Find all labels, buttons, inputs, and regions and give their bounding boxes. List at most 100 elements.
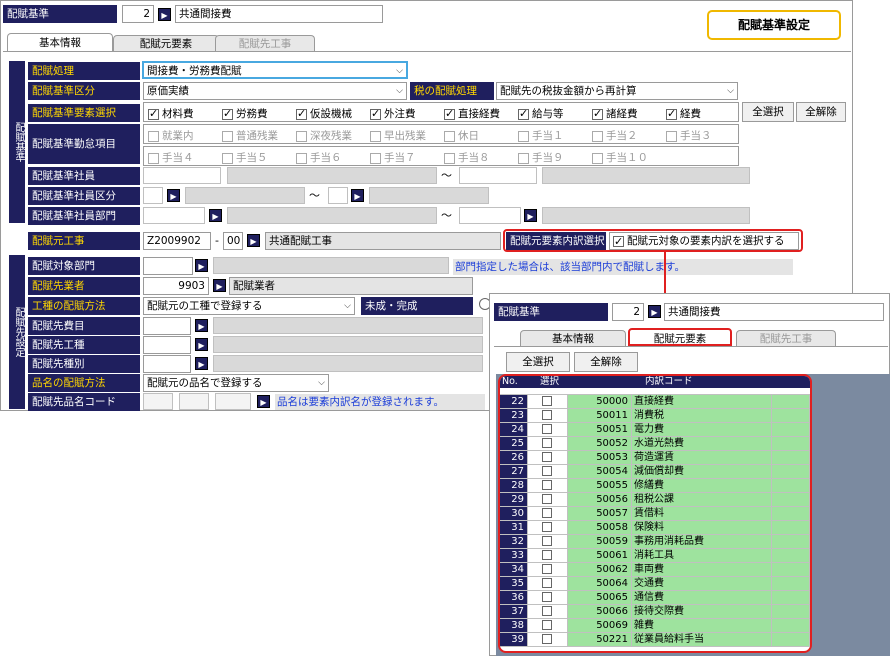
checkbox[interactable]: [542, 536, 552, 546]
attendance-check[interactable]: 普通残業: [222, 128, 278, 143]
checkbox[interactable]: [542, 634, 552, 644]
attendance-check[interactable]: 就業内: [148, 128, 194, 143]
checkbox[interactable]: [592, 152, 603, 164]
target-category-search-button[interactable]: ▶: [195, 357, 208, 370]
checkbox[interactable]: [542, 606, 552, 616]
attendance-check[interactable]: 手当４: [148, 150, 194, 165]
checkbox[interactable]: [542, 564, 552, 574]
table-row[interactable]: 33 50061 消耗工具: [500, 549, 810, 563]
table-row[interactable]: 29 50056 租税公課: [500, 493, 810, 507]
target-dept-field[interactable]: [143, 257, 193, 275]
table-row[interactable]: 23 50011 消費税: [500, 409, 810, 423]
checkbox[interactable]: [542, 508, 552, 518]
source-construction-code[interactable]: Z2009902: [143, 232, 211, 250]
table-row[interactable]: 32 50059 事務用消耗品費: [500, 535, 810, 549]
header-no-field[interactable]: 2: [122, 5, 154, 23]
element-check-3[interactable]: 仮設機械: [296, 106, 352, 121]
table-row[interactable]: 31 50058 保険料: [500, 521, 810, 535]
checkbox[interactable]: [542, 494, 552, 504]
popup-deselect-all-button[interactable]: 全解除: [574, 352, 638, 372]
element-check-8[interactable]: 経費: [666, 106, 701, 121]
attendance-check[interactable]: 早出残業: [370, 128, 426, 143]
checkbox[interactable]: [370, 107, 381, 120]
checkbox[interactable]: [542, 592, 552, 602]
table-row[interactable]: 25 50052 水道光熱費: [500, 437, 810, 451]
attendance-check[interactable]: 手当２: [592, 128, 638, 143]
source-construction-search-button[interactable]: ▶: [247, 234, 260, 247]
table-row[interactable]: 39 50221 従業員給料手当: [500, 633, 810, 647]
attendance-check[interactable]: 深夜残業: [296, 128, 352, 143]
attendance-check[interactable]: 休日: [444, 128, 479, 143]
attendance-check[interactable]: 手当７: [370, 150, 416, 165]
source-construction-sub[interactable]: 00: [223, 232, 243, 250]
table-row[interactable]: 24 50051 電力費: [500, 423, 810, 437]
checkbox[interactable]: [542, 466, 552, 476]
allocation-process-select[interactable]: 間接費・労務費配賦 ⌵: [142, 61, 408, 79]
popup-select-all-button[interactable]: 全選択: [506, 352, 570, 372]
table-row[interactable]: 34 50062 車両費: [500, 563, 810, 577]
checkbox[interactable]: [370, 130, 381, 142]
checkbox[interactable]: [222, 130, 233, 142]
checkbox[interactable]: [518, 130, 529, 142]
checkbox[interactable]: [296, 107, 307, 120]
checkbox[interactable]: [542, 620, 552, 630]
popup-tab-target-construction[interactable]: 配賦先工事: [736, 330, 836, 346]
checkbox[interactable]: [148, 107, 159, 120]
element-check-4[interactable]: 外注費: [370, 106, 416, 121]
attendance-check[interactable]: 手当３: [666, 128, 712, 143]
target-work-type-search-button[interactable]: ▶: [195, 338, 208, 351]
checkbox[interactable]: [542, 522, 552, 532]
header-search-button[interactable]: ▶: [158, 8, 171, 21]
popup-header-search-button[interactable]: ▶: [648, 305, 661, 318]
attendance-check[interactable]: 手当１: [518, 128, 564, 143]
checkbox[interactable]: [222, 107, 233, 120]
popup-tab-source-elements[interactable]: 配賦元要素: [628, 328, 732, 346]
checkbox[interactable]: [542, 410, 552, 420]
table-row[interactable]: 38 50069 雑費: [500, 619, 810, 633]
tax-process-select[interactable]: 配賦先の税抜金額から再計算 ⌵: [496, 82, 738, 100]
checkbox[interactable]: [444, 152, 455, 164]
checkbox[interactable]: [370, 152, 381, 164]
attendance-check[interactable]: 手当８: [444, 150, 490, 165]
checkbox[interactable]: [542, 452, 552, 462]
basis-type-select[interactable]: 原価実績 ⌵: [143, 82, 407, 100]
popup-header-no[interactable]: 2: [612, 303, 644, 321]
checkbox[interactable]: [296, 130, 307, 142]
attendance-check[interactable]: 手当５: [222, 150, 268, 165]
product-method-select[interactable]: 配賦元の品名で登録する ⌵: [143, 374, 329, 392]
table-row[interactable]: 30 50057 賃借料: [500, 507, 810, 521]
table-row[interactable]: 28 50055 修繕費: [500, 479, 810, 493]
checkbox[interactable]: [518, 107, 529, 120]
checkbox[interactable]: [542, 578, 552, 588]
checkbox[interactable]: [296, 152, 307, 164]
checkbox[interactable]: [444, 107, 455, 120]
work-type-method-select[interactable]: 配賦元の工種で登録する ⌵: [143, 297, 355, 315]
tab-source-elements[interactable]: 配賦元要素: [113, 35, 219, 51]
checkbox[interactable]: [592, 107, 603, 120]
checkbox[interactable]: [518, 152, 529, 164]
table-row[interactable]: 35 50064 交通費: [500, 577, 810, 591]
checkbox[interactable]: [613, 234, 624, 249]
table-row[interactable]: 36 50065 通信費: [500, 591, 810, 605]
select-all-button[interactable]: 全選択: [742, 102, 794, 122]
table-row[interactable]: 27 50054 減価償却費: [500, 465, 810, 479]
checkbox[interactable]: [592, 130, 603, 142]
target-dept-search-button[interactable]: ▶: [195, 259, 208, 272]
element-check-6[interactable]: 給与等: [518, 106, 564, 121]
element-check-1[interactable]: 材料費: [148, 106, 194, 121]
employee-dept-search-button[interactable]: ▶: [209, 209, 222, 222]
checkbox[interactable]: [542, 396, 552, 406]
checkbox[interactable]: [542, 438, 552, 448]
attendance-check[interactable]: 手当６: [296, 150, 342, 165]
popup-tab-basic-info[interactable]: 基本情報: [520, 330, 626, 346]
breakdown-select-checkbox[interactable]: 配賦元対象の要素内訳を選択する: [609, 232, 799, 250]
table-row[interactable]: 37 50066 接待交際費: [500, 605, 810, 619]
target-vendor-code[interactable]: 9903: [143, 277, 209, 295]
target-cost-item-field[interactable]: [143, 317, 191, 335]
deselect-all-button[interactable]: 全解除: [796, 102, 846, 122]
element-check-2[interactable]: 労務費: [222, 106, 268, 121]
element-check-5[interactable]: 直接経費: [444, 106, 500, 121]
checkbox[interactable]: [542, 550, 552, 560]
employee-type-to-search-button[interactable]: ▶: [351, 189, 364, 202]
checkbox[interactable]: [542, 424, 552, 434]
